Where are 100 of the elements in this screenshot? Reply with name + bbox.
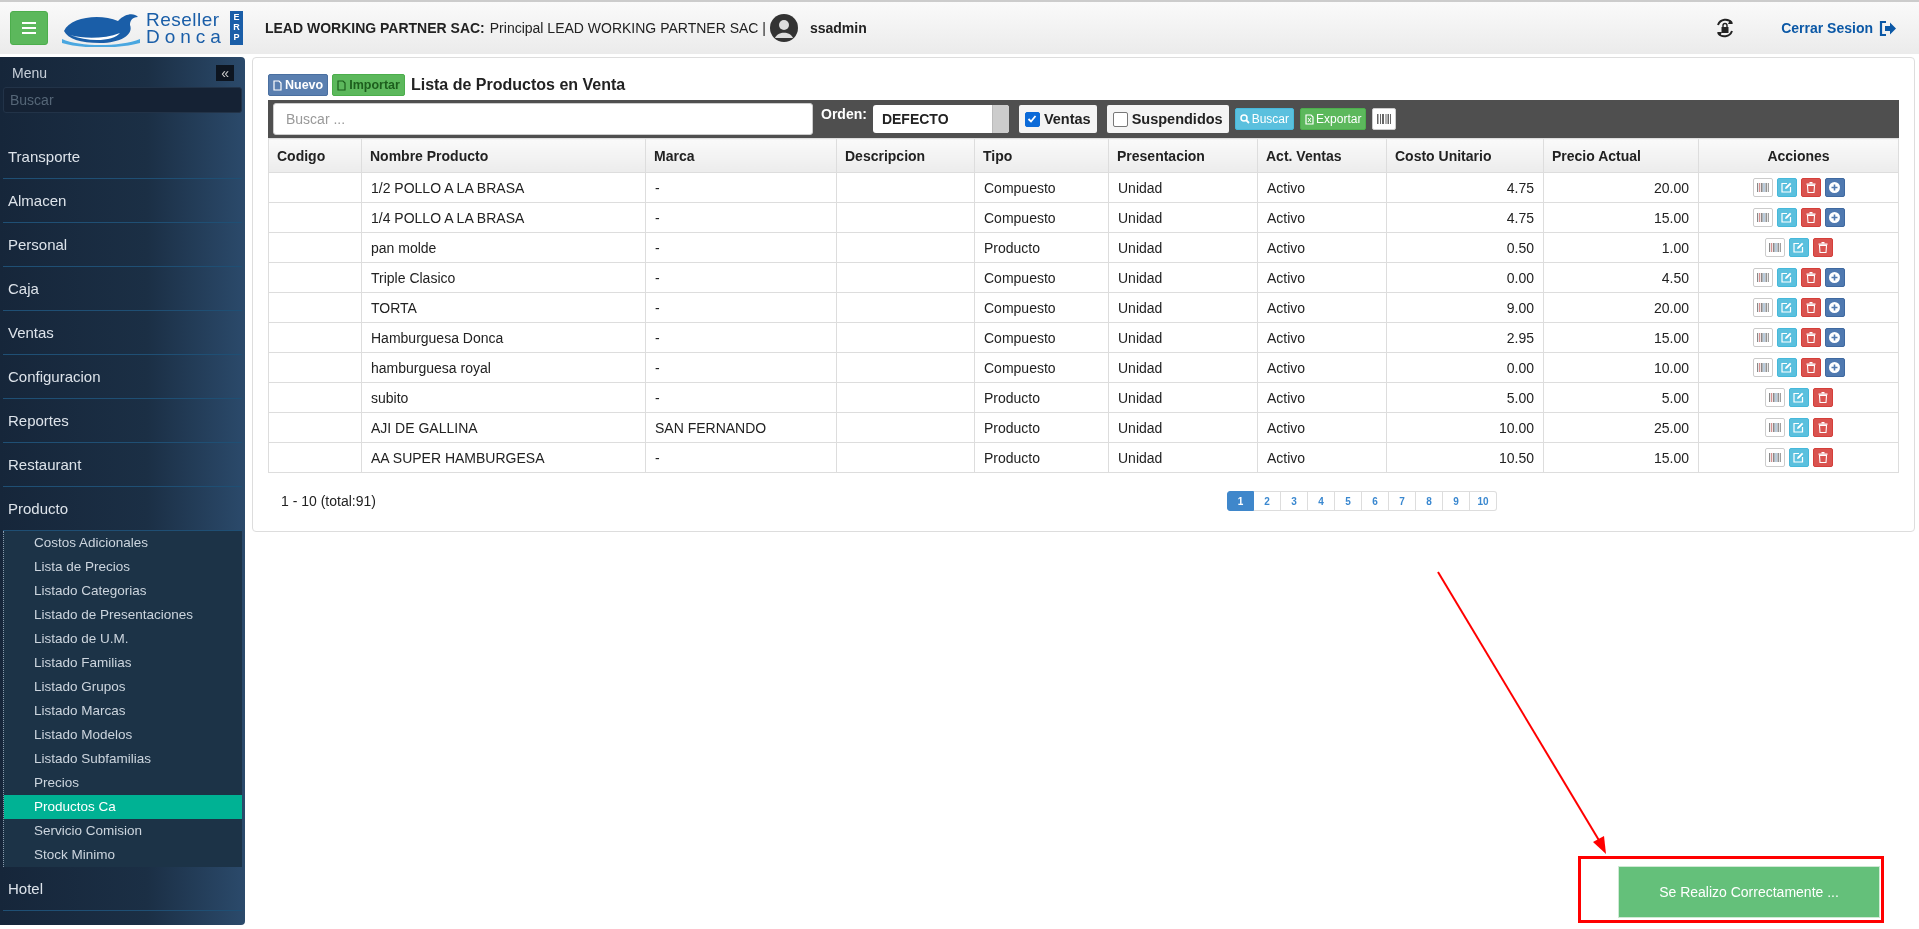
edit-button[interactable]	[1776, 328, 1797, 347]
delete-button[interactable]	[1800, 328, 1821, 347]
add-button[interactable]	[1824, 358, 1845, 377]
column-header: Act. Ventas	[1257, 138, 1387, 173]
table-cell: Unidad	[1108, 442, 1258, 473]
barcode-button[interactable]	[1764, 388, 1785, 407]
barcode-icon	[1768, 423, 1781, 432]
edit-button[interactable]	[1788, 388, 1809, 407]
page-button[interactable]: 10	[1470, 491, 1497, 511]
barcode-button[interactable]	[1752, 298, 1773, 317]
trash-icon	[1805, 362, 1816, 373]
page-button[interactable]: 4	[1308, 491, 1335, 511]
barcode-button[interactable]	[1764, 238, 1785, 257]
sidebar-item[interactable]: Hotel	[3, 867, 242, 911]
add-button[interactable]	[1824, 208, 1845, 227]
delete-button[interactable]	[1812, 448, 1833, 467]
page-button[interactable]: 9	[1443, 491, 1470, 511]
table-cell: -	[645, 442, 837, 473]
sidebar-item[interactable]: Personal	[3, 223, 242, 267]
company-name: LEAD WORKING PARTNER SAC:	[264, 20, 485, 36]
page-button[interactable]: 8	[1416, 491, 1443, 511]
barcode-button[interactable]	[1752, 208, 1773, 227]
page-button[interactable]: 1	[1227, 491, 1254, 511]
barcode-button[interactable]	[1372, 108, 1397, 130]
table-cell: 10.00	[1386, 412, 1544, 443]
submenu-item[interactable]: Listado Categorias	[4, 579, 242, 603]
delete-button[interactable]	[1800, 298, 1821, 317]
barcode-icon	[1756, 213, 1769, 222]
search-field[interactable]: Buscar	[3, 87, 242, 113]
filter-checkbox[interactable]: Suspendidos	[1106, 105, 1229, 133]
delete-button[interactable]	[1800, 178, 1821, 197]
table-cell: Compuesto	[974, 352, 1109, 383]
table-cell: 9.00	[1386, 292, 1544, 323]
table-cell: 1/2 POLLO A LA BRASA	[361, 172, 646, 203]
edit-button[interactable]	[1788, 418, 1809, 437]
submenu-item[interactable]: Listado Subfamilias	[4, 747, 242, 771]
table-cell: Compuesto	[974, 292, 1109, 323]
barcode-button[interactable]	[1764, 448, 1785, 467]
delete-button[interactable]	[1800, 268, 1821, 287]
sidebar-item[interactable]: Ventas	[3, 311, 242, 355]
order-dropdown[interactable]: DEFECTO	[872, 105, 1009, 133]
table-cell: -	[645, 352, 837, 383]
submenu-item[interactable]: Costos Adicionales	[4, 531, 242, 555]
plus-icon	[1829, 302, 1840, 313]
page-button[interactable]: 6	[1362, 491, 1389, 511]
new-button[interactable]: Nuevo	[268, 74, 329, 96]
table-cell: subito	[361, 382, 646, 413]
sidebar-item[interactable]: Transporte	[3, 135, 242, 179]
table-cell: 25.00	[1543, 412, 1699, 443]
submenu-item[interactable]: Stock Minimo	[4, 843, 242, 867]
barcode-button[interactable]	[1752, 358, 1773, 377]
page-button[interactable]: 5	[1335, 491, 1362, 511]
sidebar-item[interactable]: Almacen	[3, 179, 242, 223]
page-button[interactable]: 7	[1389, 491, 1416, 511]
add-button[interactable]	[1824, 328, 1845, 347]
edit-button[interactable]	[1776, 268, 1797, 287]
delete-button[interactable]	[1800, 358, 1821, 377]
sidebar-item[interactable]: Restaurant	[3, 443, 242, 487]
collapse-button[interactable]: «	[216, 65, 234, 81]
submenu-item[interactable]: Lista de Precios	[4, 555, 242, 579]
barcode-button[interactable]	[1752, 178, 1773, 197]
logout-link[interactable]: Cerrar Sesion	[1781, 20, 1897, 36]
submenu-item[interactable]: Listado de Presentaciones	[4, 603, 242, 627]
sidebar-item[interactable]: Configuracion	[3, 355, 242, 399]
edit-button[interactable]	[1776, 178, 1797, 197]
submenu-item[interactable]: Listado Familias	[4, 651, 242, 675]
delete-button[interactable]	[1812, 238, 1833, 257]
edit-button[interactable]	[1788, 238, 1809, 257]
table-cell: Producto	[974, 232, 1109, 263]
sidebar-item[interactable]: Caja	[3, 267, 242, 311]
edit-button[interactable]	[1776, 208, 1797, 227]
add-button[interactable]	[1824, 178, 1845, 197]
submenu-item[interactable]: Servicio Comision	[4, 819, 242, 843]
add-button[interactable]	[1824, 298, 1845, 317]
filter-checkbox[interactable]: Ventas	[1018, 105, 1097, 133]
menu-button[interactable]	[10, 11, 48, 45]
page-button[interactable]: 3	[1281, 491, 1308, 511]
trash-icon	[1805, 272, 1816, 283]
submenu-item[interactable]: Listado Modelos	[4, 723, 242, 747]
barcode-button[interactable]	[1764, 418, 1785, 437]
delete-button[interactable]	[1812, 388, 1833, 407]
sidebar-item[interactable]: Reportes	[3, 399, 242, 443]
page-button[interactable]: 2	[1254, 491, 1281, 511]
delete-button[interactable]	[1800, 208, 1821, 227]
edit-button[interactable]	[1776, 358, 1797, 377]
submenu-item[interactable]: Listado Grupos	[4, 675, 242, 699]
submenu-item[interactable]: Listado Marcas	[4, 699, 242, 723]
barcode-button[interactable]	[1752, 268, 1773, 287]
barcode-icon	[1377, 114, 1392, 124]
avatar-icon	[769, 14, 798, 42]
edit-button[interactable]	[1776, 298, 1797, 317]
plus-icon	[1829, 272, 1840, 283]
submenu-item[interactable]: Listado de U.M.	[4, 627, 242, 651]
table-cell: Unidad	[1108, 352, 1258, 383]
barcode-button[interactable]	[1752, 328, 1773, 347]
submenu-item[interactable]: Precios	[4, 771, 242, 795]
add-button[interactable]	[1824, 268, 1845, 287]
table-cell: Activo	[1257, 322, 1387, 353]
delete-button[interactable]	[1812, 418, 1833, 437]
edit-button[interactable]	[1788, 448, 1809, 467]
